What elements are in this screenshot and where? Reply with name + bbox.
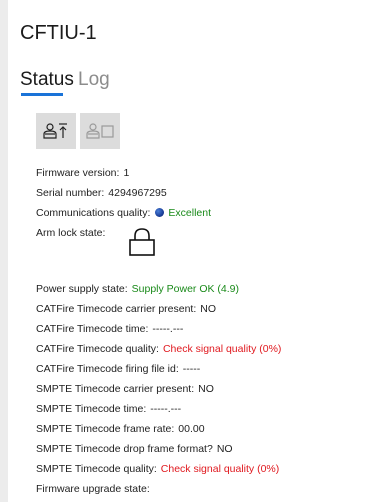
smpte-time-row: SMPTE Timecode time: -----.--- — [36, 399, 366, 419]
smpte-rate-label: SMPTE Timecode frame rate: — [36, 423, 175, 435]
cat-file-label: CATFire Timecode firing file id: — [36, 363, 179, 375]
power-row: Power supply state: Supply Power OK (4.9) — [36, 279, 366, 299]
smpte-rate-value: 00.00 — [178, 423, 205, 435]
cat-carrier-row: CATFire Timecode carrier present: NO — [36, 299, 366, 319]
arm-button[interactable] — [36, 113, 76, 149]
device-title: CFTIU-1 — [20, 22, 97, 44]
person-up-icon — [43, 123, 67, 139]
armlock-label: Arm lock state: — [36, 227, 106, 239]
smpte-time-value: -----.--- — [150, 403, 182, 415]
signal-dot-icon — [155, 208, 165, 217]
smpte-quality-value: Check signal quality (0%) — [160, 463, 280, 475]
smpte-quality-row: SMPTE Timecode quality: Check signal qual… — [36, 459, 366, 479]
person-box-icon — [86, 123, 114, 139]
smpte-carrier-row: SMPTE Timecode carrier present: NO — [36, 379, 366, 399]
fw-upgrade-label: Firmware upgrade state: — [36, 483, 150, 495]
disarm-button[interactable] — [80, 113, 120, 149]
firmware-row: Firmware version: 1 — [36, 163, 366, 183]
smpte-drop-label: SMPTE Timecode drop frame format? — [36, 443, 213, 455]
cat-file-row: CATFire Timecode firing file id: ----- — [36, 359, 366, 379]
comm-row: Communications quality: Excellent — [36, 203, 366, 223]
firmware-label: Firmware version: — [36, 167, 120, 179]
comm-value: Excellent — [168, 207, 211, 219]
cat-quality-label: CATFire Timecode quality: — [36, 343, 159, 355]
smpte-quality-label: SMPTE Timecode quality: — [36, 463, 157, 475]
serial-value: 4294967295 — [108, 187, 167, 199]
tab-status[interactable]: Status — [20, 68, 74, 92]
serial-row: Serial number: 4294967295 — [36, 183, 366, 203]
cat-quality-value: Check signal quality (0%) — [162, 343, 282, 355]
smpte-time-label: SMPTE Timecode time: — [36, 403, 147, 415]
smpte-drop-row: SMPTE Timecode drop frame format? NO — [36, 439, 366, 459]
cat-time-value: -----.--- — [152, 323, 184, 335]
power-label: Power supply state: — [36, 283, 128, 295]
smpte-carrier-label: SMPTE Timecode carrier present: — [36, 383, 195, 395]
smpte-rate-row: SMPTE Timecode frame rate: 00.00 — [36, 419, 366, 439]
fw-upgrade-row: Firmware upgrade state: — [36, 479, 366, 499]
smpte-carrier-value: NO — [198, 383, 214, 395]
cat-quality-row: CATFire Timecode quality: Check signal qu… — [36, 339, 366, 359]
firmware-value: 1 — [123, 167, 130, 179]
power-value: Supply Power OK (4.9) — [131, 283, 240, 295]
left-rail — [0, 0, 8, 502]
cat-file-value: ----- — [182, 363, 201, 375]
serial-label: Serial number: — [36, 187, 105, 199]
padlock-icon — [129, 228, 155, 256]
cat-carrier-value: NO — [200, 303, 217, 315]
tab-log[interactable]: Log — [78, 68, 110, 92]
cat-time-row: CATFire Timecode time: -----.--- — [36, 319, 366, 339]
comm-label: Communications quality: — [36, 207, 151, 219]
cat-time-label: CATFire Timecode time: — [36, 323, 149, 335]
active-tab-indicator — [21, 93, 63, 96]
smpte-drop-value: NO — [216, 443, 233, 455]
cat-carrier-label: CATFire Timecode carrier present: — [36, 303, 197, 315]
armlock-row: Arm lock state: — [36, 223, 366, 279]
status-info-panel: Firmware version: 1 Serial number: 4294967… — [36, 163, 366, 499]
